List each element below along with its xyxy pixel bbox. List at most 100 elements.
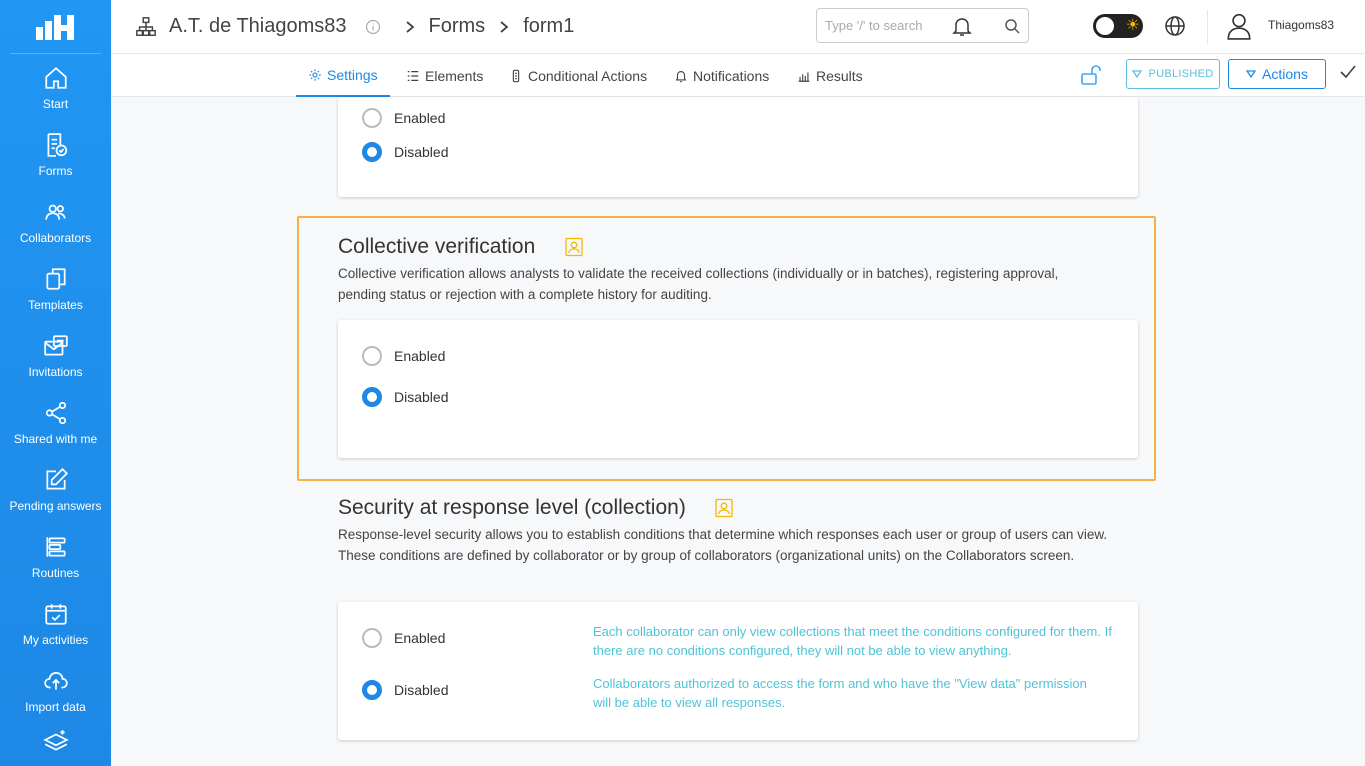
collective-verification-card: Enabled Disabled	[338, 320, 1138, 458]
tab-bar: Settings Elements Conditional Actions No…	[111, 54, 1365, 97]
invitations-icon	[43, 334, 68, 356]
sidebar-item-invitations[interactable]: Invitations	[0, 322, 111, 389]
radio-disabled[interactable]: Disabled	[362, 387, 448, 407]
published-button[interactable]: PUBLISHED	[1126, 59, 1220, 89]
premium-badge-icon[interactable]	[564, 237, 584, 257]
username[interactable]: Thiagoms83	[1268, 18, 1334, 32]
calendar-check-icon	[44, 603, 67, 625]
radio-enabled[interactable]: Enabled	[362, 346, 445, 366]
premium-badge-icon[interactable]	[714, 498, 734, 518]
sidebar: Start Forms Collaborators Templates Invi…	[0, 0, 111, 766]
sidebar-item-label: Forms	[38, 163, 73, 178]
top-bar: A.T. de Thiagoms83 Forms form1 ☀ Thiagom…	[111, 0, 1365, 54]
actions-label: Actions	[1262, 66, 1308, 82]
divider	[1207, 10, 1208, 44]
home-icon	[44, 66, 67, 89]
radio-label: Enabled	[394, 630, 446, 646]
user-avatar-icon[interactable]	[1226, 12, 1252, 40]
sidebar-item-collaborators[interactable]: Collaborators	[0, 188, 111, 255]
radio-button[interactable]	[362, 142, 382, 162]
tab-settings[interactable]: Settings	[296, 54, 390, 97]
tab-label: Elements	[425, 67, 484, 84]
tab-elements[interactable]: Elements	[406, 54, 483, 97]
radio-label: Disabled	[394, 144, 449, 160]
org-name[interactable]: A.T. de Thiagoms83	[169, 15, 347, 38]
radio-enabled[interactable]: Enabled	[362, 108, 445, 128]
tab-label: Settings	[327, 66, 378, 83]
sidebar-item-label: Import data	[25, 699, 86, 714]
sidebar-item-more[interactable]	[0, 724, 111, 764]
share-icon	[45, 401, 66, 424]
sidebar-item-label: Collaborators	[19, 230, 92, 245]
radio-disabled[interactable]: Disabled	[362, 680, 448, 700]
layers-icon	[42, 730, 69, 751]
templates-icon	[45, 267, 66, 290]
sidebar-item-routines[interactable]: Routines	[0, 523, 111, 590]
org-chart-icon	[136, 16, 156, 36]
search-box[interactable]	[816, 8, 1029, 43]
edit-icon	[45, 467, 68, 490]
bar-chart-icon	[798, 72, 810, 82]
search-input[interactable]	[825, 18, 1004, 33]
section-title-response-security: Security at response level (collection)	[338, 496, 686, 519]
tab-notifications[interactable]: Notifications	[674, 54, 769, 97]
search-icon[interactable]	[1004, 18, 1020, 34]
section-description: Response-level security allows you to es…	[338, 527, 1108, 563]
radio-button[interactable]	[362, 628, 382, 648]
radio-button[interactable]	[362, 346, 382, 366]
sidebar-item-import-data[interactable]: Import data	[0, 657, 111, 724]
condition-icon	[512, 69, 520, 82]
radio-button[interactable]	[362, 108, 382, 128]
sidebar-item-label: Routines	[31, 565, 80, 580]
info-icon[interactable]	[365, 19, 381, 35]
sidebar-item-label: My activities	[22, 632, 89, 647]
radio-label: Disabled	[394, 682, 449, 698]
radio-button[interactable]	[362, 680, 382, 700]
sidebar-item-forms[interactable]: Forms	[0, 121, 111, 188]
tab-label: Notifications	[693, 67, 770, 84]
toggle-knob	[1096, 17, 1114, 35]
radio-enabled[interactable]: Enabled	[362, 628, 445, 648]
section-description: Collective verification allows analysts …	[338, 266, 1059, 302]
sun-icon: ☀	[1125, 17, 1140, 34]
sidebar-item-label: Templates	[28, 297, 83, 312]
sidebar-item-pending-answers[interactable]: Pending answers	[0, 456, 111, 523]
globe-icon[interactable]	[1163, 14, 1187, 38]
sidebar-item-label: Invitations	[28, 364, 83, 379]
section-title-collective-verification: Collective verification	[338, 235, 536, 258]
sidebar-item-label: Start	[42, 96, 69, 111]
filter-icon	[1132, 70, 1143, 79]
unlock-icon[interactable]	[1079, 63, 1103, 87]
disabled-hint: Collaborators authorized to access the f…	[593, 676, 1087, 710]
breadcrumb: A.T. de Thiagoms83 Forms form1	[135, 15, 574, 38]
chevron-right-icon	[500, 20, 509, 33]
sidebar-item-templates[interactable]: Templates	[0, 255, 111, 322]
breadcrumb-form-name: form1	[523, 15, 575, 37]
tab-label: Conditional Actions	[528, 67, 648, 84]
forms-icon	[47, 132, 67, 157]
routines-icon	[45, 536, 66, 557]
radio-disabled[interactable]: Disabled	[362, 142, 448, 162]
published-label: PUBLISHED	[1148, 68, 1214, 80]
sidebar-item-shared[interactable]: Shared with me	[0, 389, 111, 456]
cloud-upload-icon	[43, 671, 68, 690]
gear-icon	[309, 68, 321, 81]
list-icon	[407, 70, 419, 81]
sidebar-item-start[interactable]: Start	[0, 54, 111, 121]
radio-button[interactable]	[362, 387, 382, 407]
tab-results[interactable]: Results	[797, 54, 863, 97]
sidebar-item-my-activities[interactable]: My activities	[0, 590, 111, 657]
logo-icon	[35, 14, 74, 40]
actions-button[interactable]: Actions	[1228, 59, 1326, 89]
radio-label: Enabled	[394, 110, 446, 126]
bell-icon	[675, 70, 687, 82]
breadcrumb-forms[interactable]: Forms	[429, 15, 486, 38]
radio-label: Disabled	[394, 389, 449, 405]
bell-icon[interactable]	[950, 14, 974, 38]
theme-toggle[interactable]: ☀	[1093, 14, 1143, 38]
tab-conditional-actions[interactable]: Conditional Actions	[509, 54, 647, 97]
enabled-hint: Each collaborator can only view collecti…	[593, 624, 1112, 658]
check-icon[interactable]	[1339, 63, 1357, 81]
app-logo[interactable]	[10, 0, 101, 54]
sidebar-item-label: Shared with me	[13, 431, 98, 446]
